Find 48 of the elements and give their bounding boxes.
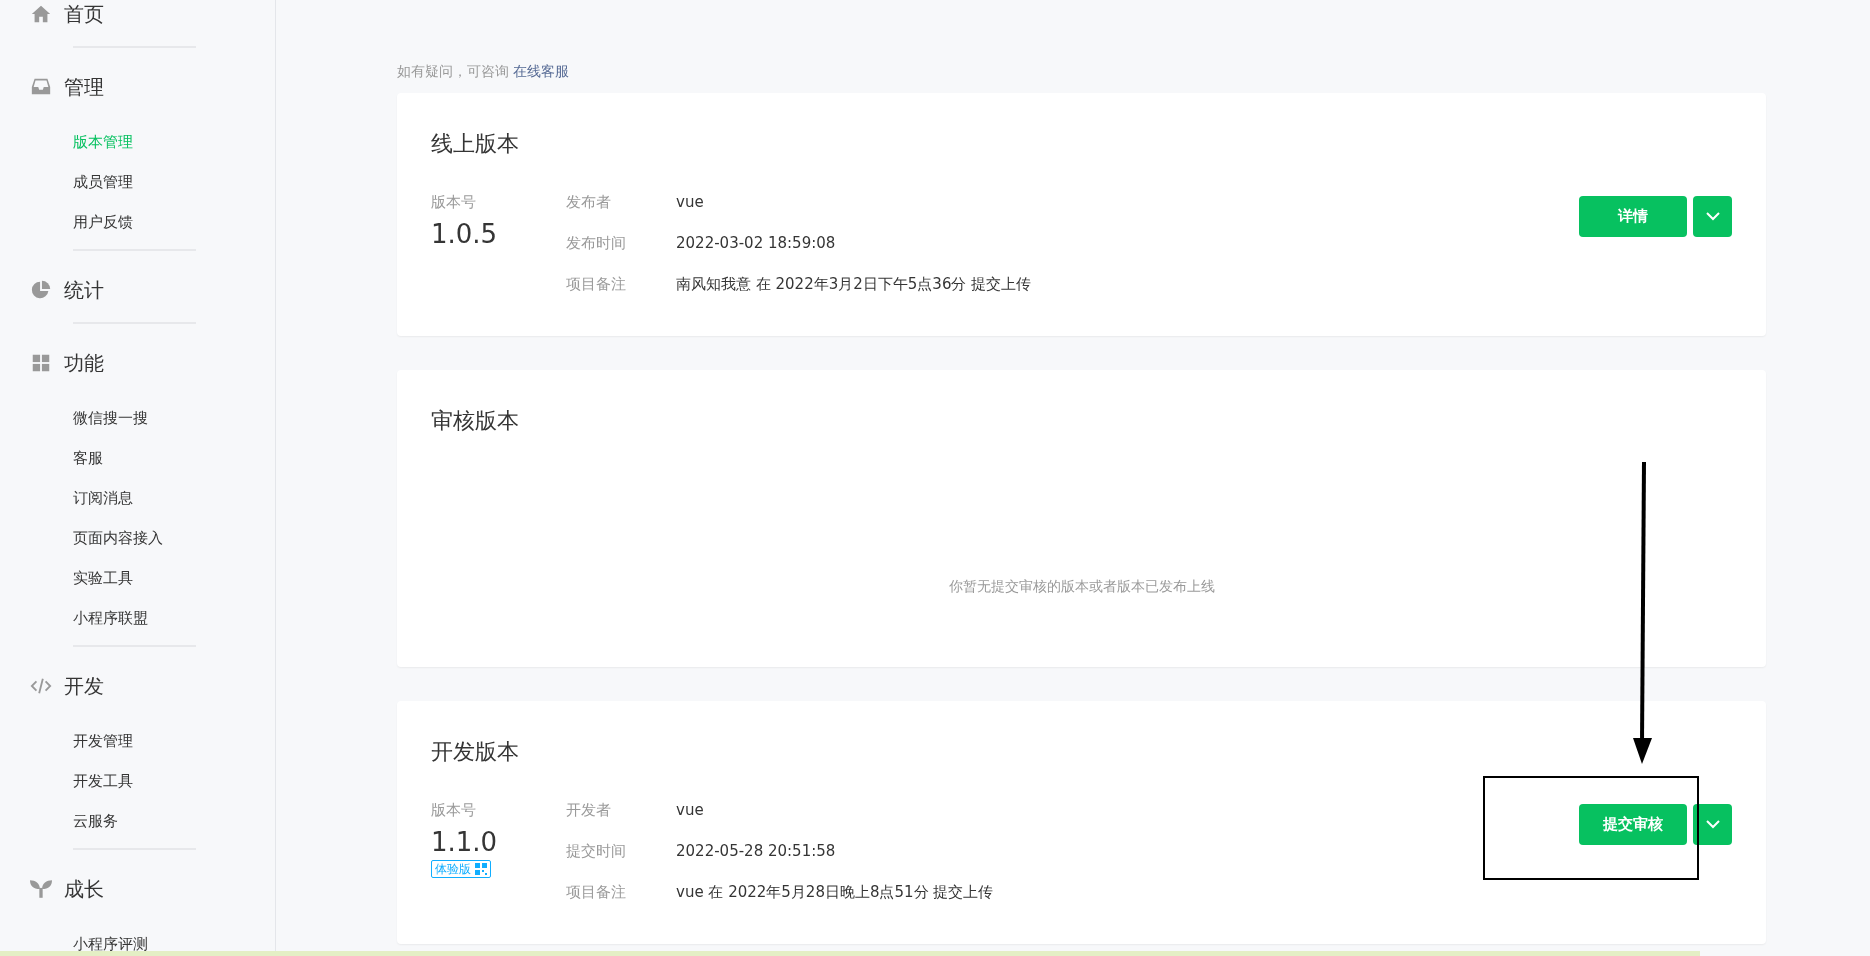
- pie-chart-icon: [30, 279, 52, 301]
- field-value: 南风知我意 在 2022年3月2日下午5点36分 提交上传: [676, 274, 1033, 295]
- field-label: 发布者: [566, 192, 612, 213]
- nav-group-label[interactable]: 开发: [64, 672, 104, 700]
- nav-group-label[interactable]: 管理: [64, 73, 104, 101]
- nav-item[interactable]: 云服务: [0, 801, 275, 841]
- help-hint: 如有疑问，可咨询 在线客服: [397, 62, 570, 81]
- field-value: vue 在 2022年5月28日晚上8点51分 提交上传: [676, 882, 995, 903]
- field-value: vue: [676, 800, 705, 821]
- empty-message: 你暂无提交审核的版本或者版本已发布上线: [947, 578, 1216, 596]
- field-label: 项目备注: [566, 274, 627, 295]
- nav-item[interactable]: 实验工具: [0, 558, 275, 598]
- field-value: 2022-05-28 20:51:58: [676, 841, 837, 862]
- nav-item[interactable]: 用户反馈: [0, 202, 275, 242]
- sprout-icon: [30, 880, 52, 898]
- field-value: vue: [676, 192, 705, 213]
- dropdown-button[interactable]: [1693, 804, 1732, 845]
- version-label: 版本号: [431, 192, 476, 213]
- nav-group-label[interactable]: 统计: [64, 276, 104, 304]
- nav-item[interactable]: 页面内容接入: [0, 518, 275, 558]
- nav-item[interactable]: 小程序评测: [0, 924, 275, 956]
- nav-item[interactable]: 成员管理: [0, 162, 275, 202]
- chevron-down-icon: [1705, 212, 1720, 221]
- nav-item[interactable]: 小程序联盟: [0, 598, 275, 638]
- qr-code-icon: [475, 863, 487, 875]
- nav-group-label[interactable]: 功能: [64, 349, 104, 377]
- nav-item[interactable]: 订阅消息: [0, 478, 275, 518]
- nav-item[interactable]: 客服: [0, 438, 275, 478]
- nav-item[interactable]: 微信搜一搜: [0, 398, 275, 438]
- grid-icon: [30, 352, 52, 374]
- card-title: 线上版本: [431, 130, 520, 158]
- version-number: 1.1.0: [431, 826, 498, 859]
- field-label: 开发者: [566, 800, 612, 821]
- chevron-down-icon: [1705, 820, 1720, 829]
- home-icon: [30, 3, 52, 25]
- nav-item[interactable]: 开发工具: [0, 761, 275, 801]
- field-value: 2022-03-02 18:59:08: [676, 233, 837, 254]
- card-title: 审核版本: [431, 407, 520, 435]
- field-label: 发布时间: [566, 233, 627, 254]
- version-number: 1.0.5: [431, 218, 498, 251]
- nav-group-label[interactable]: 首页: [64, 0, 104, 28]
- field-label: 项目备注: [566, 882, 627, 903]
- field-label: 提交时间: [566, 841, 627, 862]
- online-support-link[interactable]: 在线客服: [513, 63, 569, 79]
- nav-item[interactable]: 开发管理: [0, 721, 275, 761]
- version-label: 版本号: [431, 800, 476, 821]
- card-title: 开发版本: [431, 738, 520, 766]
- nav-group-label[interactable]: 成长: [64, 875, 104, 903]
